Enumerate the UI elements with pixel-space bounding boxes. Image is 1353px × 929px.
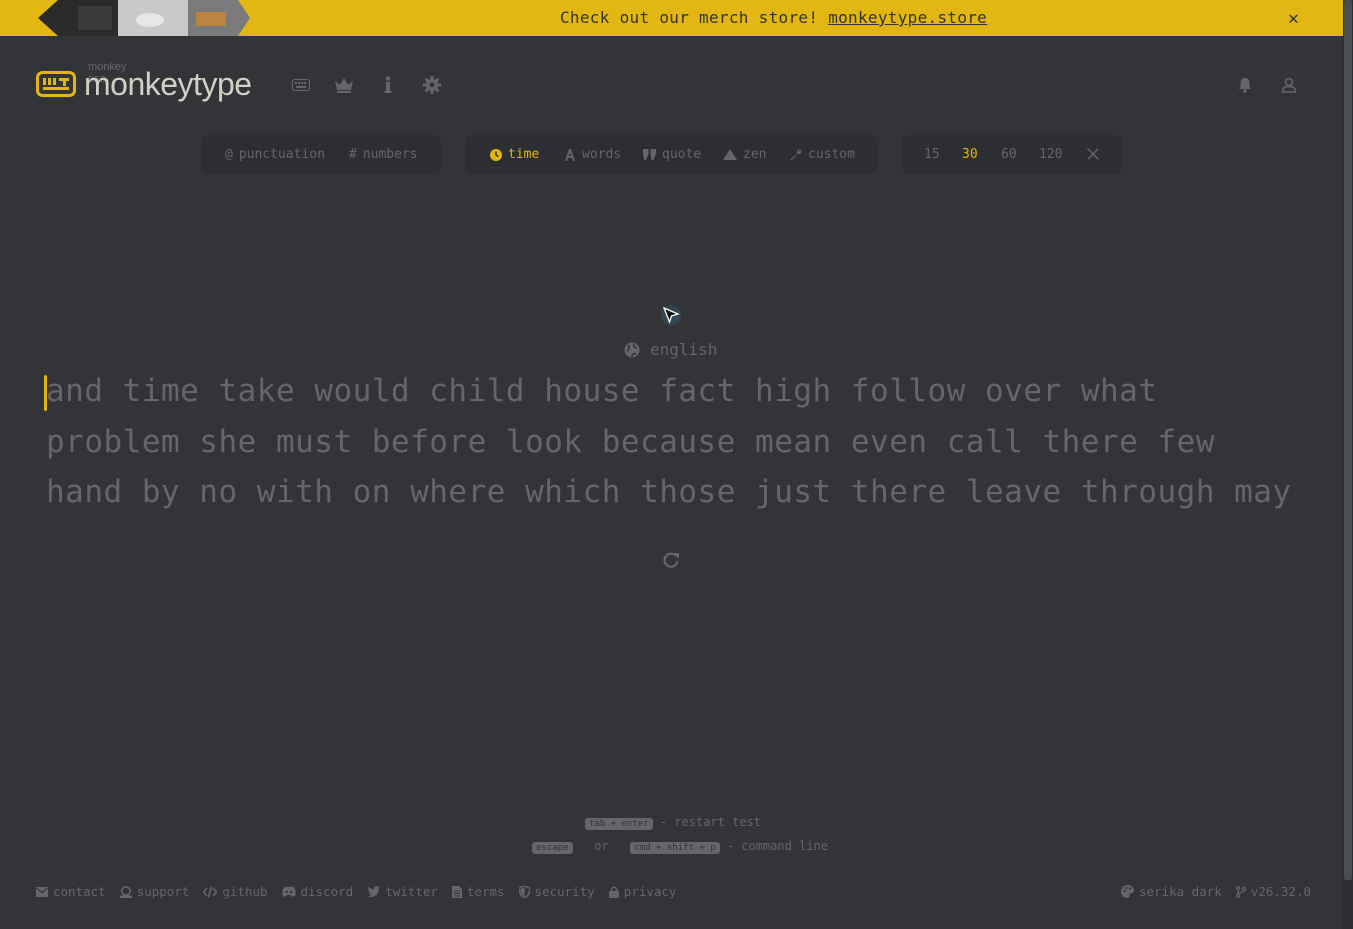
mode-zen-label: zen [743, 147, 767, 162]
mode-custom-label: custom [808, 147, 855, 162]
mode-quote[interactable]: quote [643, 147, 701, 162]
banner-message: Check out our merch store! monkeytype.st… [560, 8, 987, 27]
footer-contact[interactable]: contact [36, 884, 106, 899]
shield-icon [518, 885, 530, 898]
banner-text: Check out our merch store! [560, 8, 829, 27]
footer-github[interactable]: github [203, 884, 268, 899]
donate-icon [119, 885, 132, 898]
clock-icon [490, 148, 502, 161]
footer-terms[interactable]: terms [451, 884, 505, 899]
mode-group: time words quote zen custom [465, 135, 877, 174]
footer-twitter[interactable]: twitter [367, 884, 438, 899]
hash-icon: # [349, 147, 357, 162]
crown-icon[interactable] [334, 75, 354, 95]
palette-icon [1121, 885, 1134, 898]
merch-banner: Check out our merch store! monkeytype.st… [0, 0, 1343, 36]
language-label: english [650, 340, 718, 359]
numbers-label: numbers [362, 147, 418, 162]
footer-links: contact support github discord twitter t… [36, 884, 690, 899]
restart-icon[interactable] [662, 551, 680, 569]
close-banner-button[interactable]: ✕ [1288, 8, 1299, 29]
footer-right: serika dark v26.32.0 [1121, 884, 1325, 899]
restart-key: tab + enter [585, 818, 653, 830]
version-link[interactable]: v26.32.0 [1235, 884, 1312, 899]
code-branch-icon [1235, 885, 1246, 898]
duration-30[interactable]: 30 [962, 147, 978, 162]
user-icon[interactable] [1279, 75, 1299, 95]
bell-icon[interactable] [1235, 75, 1255, 95]
mode-time[interactable]: time [490, 147, 539, 162]
words-line-3[interactable]: hand by no with on where which those jus… [46, 474, 1292, 510]
duration-120[interactable]: 120 [1039, 147, 1062, 162]
support-label: support [136, 884, 190, 899]
discord-icon [281, 886, 296, 897]
punctuation-label: punctuation [238, 147, 325, 162]
keyboard-icon[interactable] [291, 75, 311, 95]
escape-key: escape [532, 842, 573, 854]
theme-label: serika dark [1139, 884, 1222, 899]
mode-custom[interactable]: custom [790, 147, 855, 162]
gear-icon[interactable] [422, 75, 442, 95]
footer-discord[interactable]: discord [281, 884, 354, 899]
merch-shirts-image [38, 0, 250, 36]
theme-selector[interactable]: serika dark [1121, 884, 1222, 899]
restart-hint: tab + enter - restart test [585, 815, 761, 830]
quote-icon [643, 149, 656, 160]
footer-security[interactable]: security [518, 884, 595, 899]
discord-label: discord [300, 884, 354, 899]
globe-icon [624, 342, 640, 357]
font-icon [565, 148, 575, 161]
time-duration-group: 15 30 60 120 [901, 135, 1123, 174]
mode-zen[interactable]: zen [723, 147, 766, 162]
duration-15[interactable]: 15 [924, 147, 940, 162]
code-icon [203, 885, 218, 898]
info-icon[interactable] [378, 75, 398, 95]
duration-60[interactable]: 60 [1001, 147, 1017, 162]
mountain-icon [723, 149, 737, 160]
logo-text: monkeytype [84, 66, 252, 102]
terms-label: terms [466, 884, 505, 899]
mode-time-label: time [508, 147, 540, 162]
language-selector[interactable]: english [624, 340, 717, 359]
privacy-label: privacy [623, 884, 677, 899]
mode-words[interactable]: words [564, 147, 621, 162]
command-hint-text: - command line [726, 839, 829, 853]
github-label: github [222, 884, 268, 899]
at-icon: @ [225, 147, 233, 162]
contact-label: contact [53, 884, 106, 899]
scrollbar[interactable] [1343, 0, 1353, 929]
custom-duration-tools-icon[interactable] [1086, 147, 1100, 161]
modifiers-group: @ punctuation # numbers [201, 135, 441, 174]
restart-hint-text: - restart test [659, 815, 761, 829]
footer-privacy[interactable]: privacy [608, 884, 677, 899]
or-text: or [594, 839, 609, 853]
logo-icon [36, 71, 76, 97]
words-line-1[interactable]: and time take would child house fact hig… [46, 373, 1158, 409]
command-hint: escape or cmd + shift + p - command line [532, 839, 828, 854]
punctuation-toggle[interactable]: @ punctuation [225, 147, 325, 162]
envelope-icon [36, 886, 48, 897]
scrollbar-thumb[interactable] [1344, 0, 1352, 880]
twitter-label: twitter [385, 884, 438, 899]
mode-words-label: words [582, 147, 622, 162]
mode-quote-label: quote [662, 147, 702, 162]
mouse-cursor-icon [661, 305, 681, 325]
command-key: cmd + shift + p [630, 842, 720, 854]
lock-icon [608, 885, 619, 898]
document-icon [451, 885, 462, 898]
wrench-icon [790, 149, 802, 160]
numbers-toggle[interactable]: # numbers [349, 147, 418, 162]
twitter-icon [367, 886, 381, 897]
footer-support[interactable]: support [119, 884, 190, 899]
merch-store-link[interactable]: monkeytype.store [828, 8, 987, 27]
security-label: security [534, 884, 595, 899]
version-label: v26.32.0 [1250, 884, 1312, 899]
words-line-2[interactable]: problem she must before look because mea… [46, 424, 1215, 460]
